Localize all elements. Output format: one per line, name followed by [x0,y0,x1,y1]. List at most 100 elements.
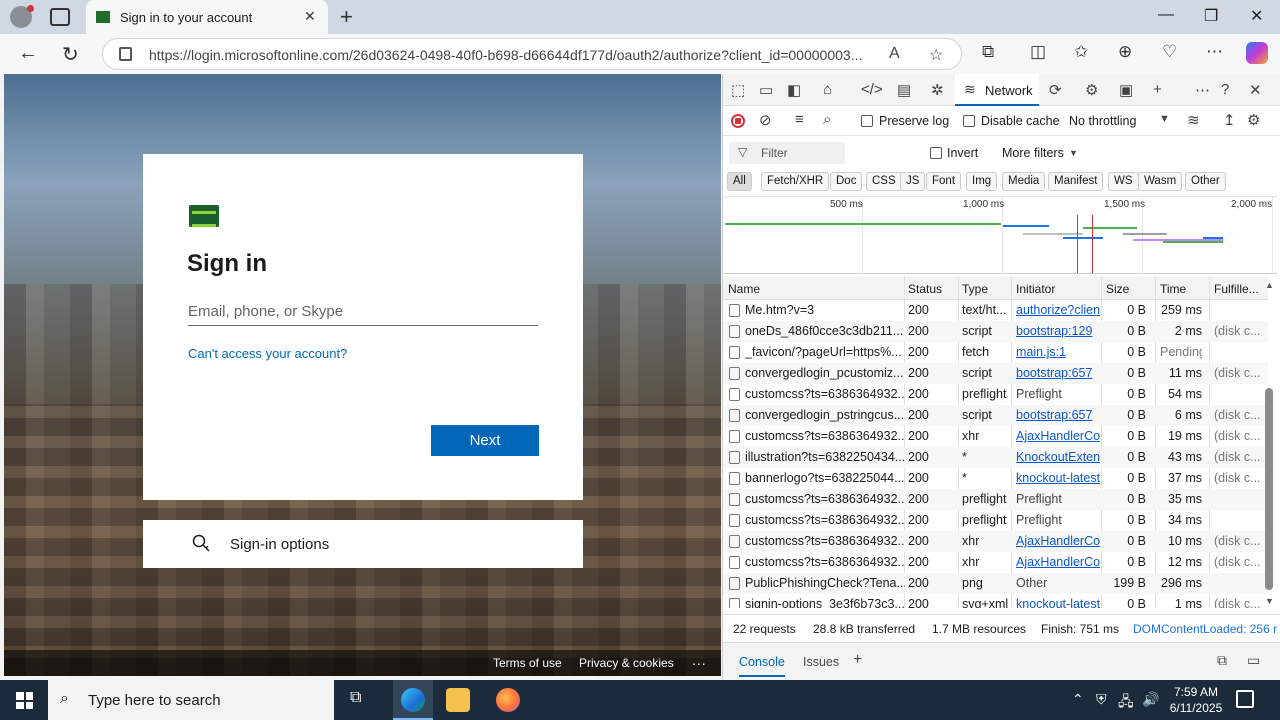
taskbar-search[interactable]: ⌕ Type here to search [48,680,334,720]
tab-actions-icon[interactable] [50,8,70,26]
invert-checkbox[interactable] [930,147,942,159]
filter-chip-manifest[interactable]: Manifest [1048,172,1104,191]
request-initiator[interactable]: bootstrap:657 [1016,366,1100,380]
split-screen-icon[interactable]: ◫ [1030,42,1046,62]
read-aloud-icon[interactable]: A [889,45,900,63]
request-initiator[interactable]: bootstrap:657 [1016,408,1100,422]
filter-chip-img[interactable]: Img [966,172,998,191]
customize-more-icon[interactable]: ⋯ [1195,81,1210,99]
taskbar-edge[interactable] [393,680,433,720]
filter-chip-css[interactable]: CSS [866,172,902,191]
signin-options-button[interactable]: Sign-in options [143,520,583,568]
minimize-button[interactable]: — [1158,6,1174,24]
volume-icon[interactable]: 🔊 [1142,691,1159,708]
filter-chip-doc[interactable]: Doc [830,172,863,191]
dock-drawer-icon[interactable]: ⧉ [1217,652,1227,669]
file-explorer-icon[interactable] [446,688,470,712]
browser-tab[interactable]: Sign in to your account ✕ [86,0,328,34]
tab-network[interactable]: ≋ Network [955,74,1039,106]
device-emulation-icon[interactable]: ▭ [759,81,773,99]
email-field[interactable] [188,298,538,326]
more-options-button[interactable]: ... [692,652,707,668]
scroll-up-icon[interactable]: ▲ [1265,280,1274,290]
console-icon[interactable]: ▤ [897,81,911,99]
add-drawer-tab-icon[interactable]: + [853,651,862,669]
table-row[interactable]: signin-options_3e3f6b73c3... 200 svg+xml kn… [723,594,1268,608]
col-size[interactable]: Size [1106,282,1129,296]
network-settings-gear-icon[interactable]: ⚙ [1247,111,1260,129]
collections-icon[interactable]: ⊕ [1118,42,1132,62]
more-filters-button[interactable]: More filters [1002,146,1064,160]
table-row[interactable]: Me.htm?v=3 200 text/ht... authorize?client 0… [723,300,1268,321]
col-time[interactable]: Time [1160,282,1186,296]
notifications-icon[interactable] [1236,690,1254,708]
chevron-down-icon[interactable]: ▼ [1159,113,1170,125]
request-initiator[interactable]: knockout-latest. [1016,471,1100,485]
filter-chip-js[interactable]: JS [900,172,926,191]
next-button[interactable]: Next [431,425,539,456]
col-type[interactable]: Type [962,282,988,296]
filter-chip-media[interactable]: Media [1002,172,1046,191]
table-row[interactable]: convergedlogin_pstringcus... 200 script boo… [723,405,1268,426]
extensions-icon[interactable]: ⧉ [982,42,994,62]
filter-input[interactable]: ▽ Filter [729,142,845,164]
lock-icon[interactable] [119,47,132,61]
tab-issues[interactable]: Issues [803,655,839,669]
back-button[interactable]: ← [18,42,38,65]
preserve-log-checkbox[interactable] [861,115,873,127]
filter-chip-font[interactable]: Font [926,172,962,191]
close-devtools-icon[interactable]: ✕ [1249,81,1262,99]
col-name[interactable]: Name [728,282,760,296]
table-row[interactable]: customcss?ts=6386364932... 200 preflight Pr… [723,384,1268,405]
table-row[interactable]: customcss?ts=6386364932... 200 xhr AjaxHand… [723,552,1268,573]
taskbar-clock[interactable]: 7:59 AM 6/11/2025 [1168,684,1224,716]
chevron-down-icon[interactable]: ▼ [1069,148,1078,158]
new-tab-button[interactable]: + [340,4,353,30]
request-initiator[interactable]: KnockoutExtens [1016,450,1100,464]
performance-icon[interactable]: ⟳ [1049,81,1062,99]
memory-icon[interactable]: ⚙ [1085,81,1098,99]
more-tools-plus-icon[interactable]: + [1153,81,1162,98]
security-icon[interactable]: ⛨ [1096,691,1107,708]
favorites-icon[interactable]: ✩ [1074,42,1088,62]
table-row[interactable]: customcss?ts=6386364932... 200 preflight Pr… [723,489,1268,510]
network-overview-timeline[interactable]: 500 ms 1,000 ms 1,500 ms 2,000 ms [723,196,1277,275]
table-row[interactable]: illustration?ts=6382250434... 200 * Knockou… [723,447,1268,468]
search-icon[interactable]: ⌕ [823,111,831,128]
cant-access-link[interactable]: Can't access your account? [188,346,347,361]
help-icon[interactable]: ? [1221,81,1229,98]
table-row[interactable]: PublicPhishingCheck?Tena... 200 png Other 19… [723,573,1268,594]
privacy-link[interactable]: Privacy & cookies [579,656,674,670]
table-row[interactable]: convergedlogin_pcustomiz... 200 script boot… [723,363,1268,384]
application-icon[interactable]: ▣ [1119,81,1133,99]
filter-toggle-icon[interactable]: ≡ [795,111,804,128]
table-row[interactable]: customcss?ts=6386364932... 200 xhr AjaxHand… [723,426,1268,447]
table-row[interactable]: bannerlogo?ts=638225044... 200 * knockout-l… [723,468,1268,489]
firefox-icon[interactable] [496,688,520,712]
scroll-down-icon[interactable]: ▼ [1265,596,1274,606]
close-window-button[interactable]: ✕ [1250,6,1263,26]
network-conditions-icon[interactable]: ≋ [1187,111,1200,129]
favorite-star-icon[interactable]: ☆ [929,45,943,65]
filter-chip-wasm[interactable]: Wasm [1138,172,1183,191]
task-view-icon[interactable]: ⧉ [350,689,361,707]
refresh-button[interactable]: ↻ [62,42,79,67]
request-initiator[interactable]: authorize?client [1016,303,1100,317]
request-initiator[interactable]: main.js:1 [1016,345,1100,359]
table-row[interactable]: customcss?ts=6386364932... 200 preflight Pr… [723,510,1268,531]
sources-bug-icon[interactable]: ✲ [931,81,944,99]
request-initiator[interactable]: AjaxHandlerCon [1016,555,1100,569]
browser-essentials-icon[interactable]: ♡ [1162,42,1177,62]
table-row[interactable]: _favicon/?pageUrl=https%... 200 fetch main.… [723,342,1268,363]
copilot-icon[interactable] [1246,42,1268,64]
record-button[interactable] [731,114,745,128]
request-initiator[interactable]: bootstrap:129 [1016,324,1100,338]
inspect-icon[interactable]: ⬚ [731,81,745,99]
url-text[interactable]: https://login.microsoftonline.com/26d036… [149,47,879,63]
import-icon[interactable]: ↥ [1223,111,1236,129]
col-initiator[interactable]: Initiator [1016,282,1055,296]
table-row[interactable]: customcss?ts=6386364932... 200 xhr AjaxHand… [723,531,1268,552]
col-status[interactable]: Status [908,282,942,296]
disable-cache-checkbox[interactable] [963,115,975,127]
filter-chip-all[interactable]: All [727,172,752,191]
